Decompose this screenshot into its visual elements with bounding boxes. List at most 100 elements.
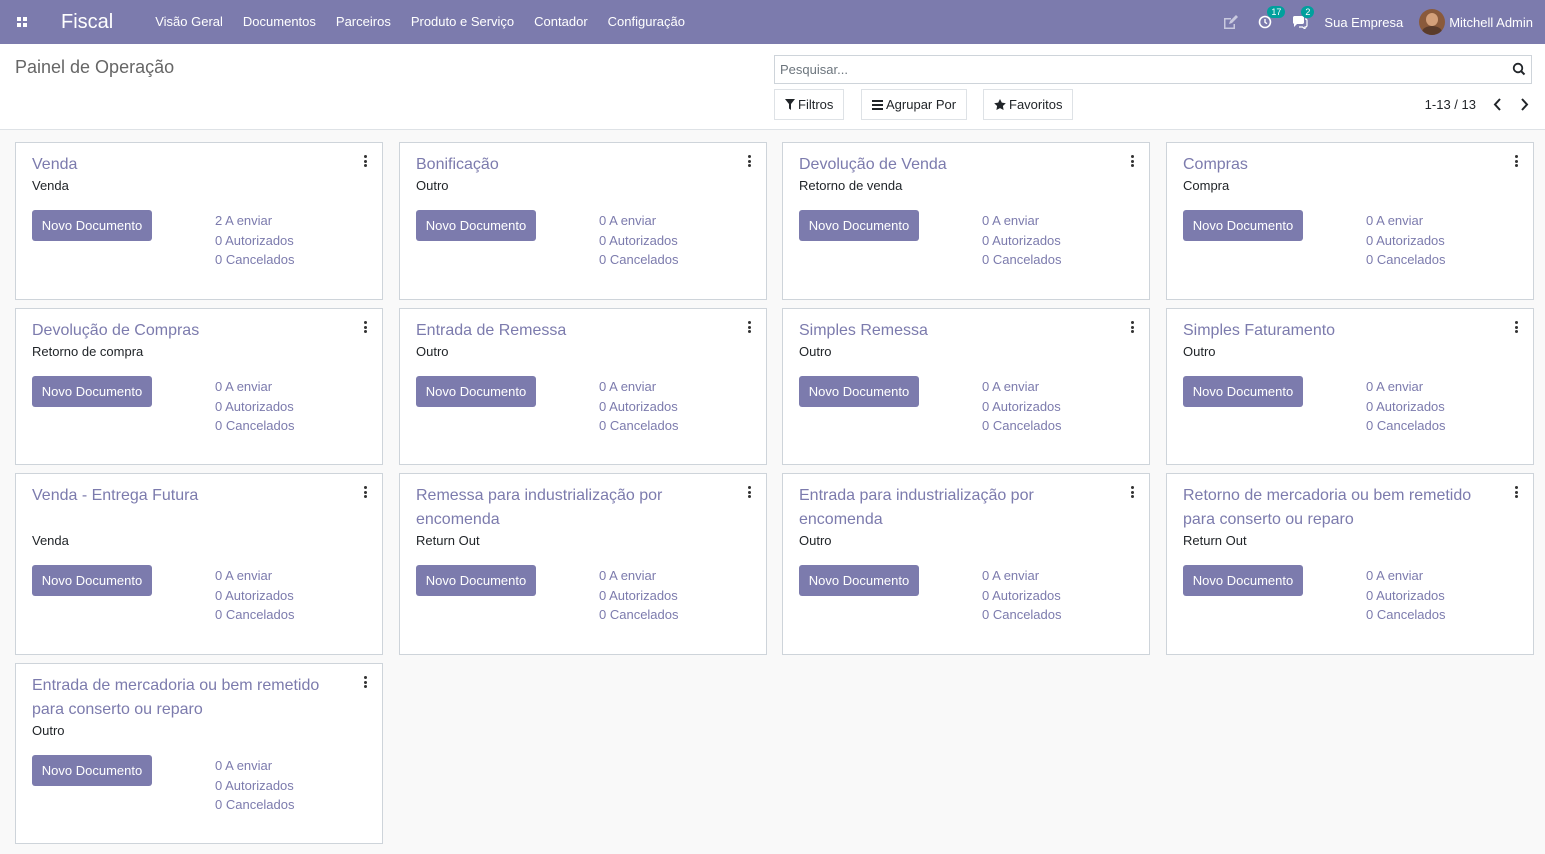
card-title[interactable]: Venda [32, 153, 347, 177]
stat-cancelled-link[interactable]: 0 Cancelados [1366, 605, 1446, 625]
apps-menu-icon[interactable] [0, 0, 44, 44]
menu-configuracao[interactable]: Configuração [598, 0, 695, 44]
card-title[interactable]: Compras [1183, 153, 1498, 177]
favorites-button[interactable]: Favoritos [983, 89, 1074, 120]
menu-visao-geral[interactable]: Visão Geral [145, 0, 233, 44]
stat-to-send-link[interactable]: 0 A enviar [1366, 377, 1446, 397]
dropdown-dots-icon[interactable] [362, 676, 368, 688]
dropdown-dots-icon[interactable] [362, 486, 368, 498]
edit-icon[interactable] [1223, 15, 1239, 29]
stat-to-send-link[interactable]: 0 A enviar [982, 211, 1062, 231]
stat-to-send-link[interactable]: 0 A enviar [215, 756, 295, 776]
dropdown-dots-icon[interactable] [1129, 321, 1135, 333]
stat-cancelled-link[interactable]: 0 Cancelados [982, 416, 1062, 436]
stat-authorized-link[interactable]: 0 Autorizados [599, 231, 679, 251]
dropdown-dots-icon[interactable] [362, 155, 368, 167]
stat-to-send-link[interactable]: 0 A enviar [599, 566, 679, 586]
stat-authorized-link[interactable]: 0 Autorizados [599, 586, 679, 606]
card-title[interactable]: Entrada de mercadoria ou bem remetido pa… [32, 674, 347, 722]
stat-authorized-link[interactable]: 0 Autorizados [215, 397, 295, 417]
stat-authorized-link[interactable]: 0 Autorizados [982, 231, 1062, 251]
dropdown-dots-icon[interactable] [1513, 155, 1519, 167]
new-document-button[interactable]: Novo Documento [416, 376, 536, 407]
stat-to-send-link[interactable]: 0 A enviar [982, 566, 1062, 586]
card-title[interactable]: Simples Remessa [799, 319, 1114, 343]
dropdown-dots-icon[interactable] [362, 321, 368, 333]
new-document-button[interactable]: Novo Documento [32, 376, 152, 407]
stat-cancelled-link[interactable]: 0 Cancelados [599, 605, 679, 625]
stat-to-send-link[interactable]: 0 A enviar [982, 377, 1062, 397]
activity-clock-icon[interactable]: 17 [1258, 6, 1286, 29]
stat-cancelled-link[interactable]: 0 Cancelados [215, 795, 295, 815]
dropdown-dots-icon[interactable] [746, 486, 752, 498]
operation-card: Simples Faturamento Outro Novo Documento 0 … [1166, 308, 1534, 465]
stat-authorized-link[interactable]: 0 Autorizados [215, 776, 295, 796]
stat-authorized-link[interactable]: 0 Autorizados [982, 586, 1062, 606]
menu-contador[interactable]: Contador [524, 0, 597, 44]
stat-authorized-link[interactable]: 0 Autorizados [1366, 397, 1446, 417]
new-document-button[interactable]: Novo Documento [799, 376, 919, 407]
stat-to-send-link[interactable]: 0 A enviar [215, 566, 295, 586]
messages-icon[interactable]: 2 [1292, 6, 1315, 29]
menu-parceiros[interactable]: Parceiros [326, 0, 401, 44]
new-document-button[interactable]: Novo Documento [1183, 565, 1303, 596]
stat-cancelled-link[interactable]: 0 Cancelados [599, 250, 679, 270]
dropdown-dots-icon[interactable] [1129, 486, 1135, 498]
dropdown-dots-icon[interactable] [746, 321, 752, 333]
dropdown-dots-icon[interactable] [1513, 321, 1519, 333]
stat-authorized-link[interactable]: 0 Autorizados [215, 231, 295, 251]
card-title[interactable]: Retorno de mercadoria ou bem remetido pa… [1183, 484, 1498, 532]
new-document-button[interactable]: Novo Documento [416, 565, 536, 596]
new-document-button[interactable]: Novo Documento [1183, 376, 1303, 407]
search-icon[interactable] [1512, 62, 1526, 79]
dropdown-dots-icon[interactable] [1129, 155, 1135, 167]
company-switcher[interactable]: Sua Empresa [1324, 15, 1403, 30]
stat-cancelled-link[interactable]: 0 Cancelados [982, 605, 1062, 625]
card-title[interactable]: Entrada de Remessa [416, 319, 731, 343]
card-title[interactable]: Devolução de Compras [32, 319, 347, 343]
new-document-button[interactable]: Novo Documento [32, 210, 152, 241]
stat-authorized-link[interactable]: 0 Autorizados [1366, 231, 1446, 251]
stat-authorized-link[interactable]: 0 Autorizados [599, 397, 679, 417]
new-document-button[interactable]: Novo Documento [799, 565, 919, 596]
stat-cancelled-link[interactable]: 0 Cancelados [599, 416, 679, 436]
dropdown-dots-icon[interactable] [1513, 486, 1519, 498]
new-document-button[interactable]: Novo Documento [1183, 210, 1303, 241]
card-title[interactable]: Simples Faturamento [1183, 319, 1498, 343]
stat-cancelled-link[interactable]: 0 Cancelados [215, 416, 295, 436]
card-title[interactable]: Devolução de Venda [799, 153, 1114, 177]
stat-cancelled-link[interactable]: 0 Cancelados [1366, 416, 1446, 436]
menu-produto-servico[interactable]: Produto e Serviço [401, 0, 524, 44]
stat-to-send-link[interactable]: 0 A enviar [215, 377, 295, 397]
group-by-button[interactable]: Agrupar Por [861, 89, 968, 120]
menu-documentos[interactable]: Documentos [233, 0, 326, 44]
stat-cancelled-link[interactable]: 0 Cancelados [215, 250, 295, 270]
stat-authorized-link[interactable]: 0 Autorizados [215, 586, 295, 606]
stat-to-send-link[interactable]: 0 A enviar [1366, 566, 1446, 586]
card-title[interactable]: Entrada para industrialização por encome… [799, 484, 1114, 532]
app-brand[interactable]: Fiscal [61, 11, 113, 34]
dropdown-dots-icon[interactable] [746, 155, 752, 167]
card-title[interactable]: Bonificação [416, 153, 731, 177]
stat-to-send-link[interactable]: 0 A enviar [599, 211, 679, 231]
chevron-right-icon[interactable] [1517, 96, 1531, 112]
stat-authorized-link[interactable]: 0 Autorizados [1366, 586, 1446, 606]
pager-value[interactable]: 1-13 / 13 [1425, 97, 1476, 112]
stat-to-send-link[interactable]: 0 A enviar [1366, 211, 1446, 231]
new-document-button[interactable]: Novo Documento [32, 565, 152, 596]
filters-button[interactable]: Filtros [774, 89, 845, 120]
new-document-button[interactable]: Novo Documento [32, 755, 152, 786]
stat-to-send-link[interactable]: 2 A enviar [215, 211, 295, 231]
card-title[interactable]: Venda - Entrega Futura [32, 484, 347, 508]
user-menu[interactable]: Mitchell Admin [1419, 9, 1533, 35]
stat-cancelled-link[interactable]: 0 Cancelados [1366, 250, 1446, 270]
stat-to-send-link[interactable]: 0 A enviar [599, 377, 679, 397]
new-document-button[interactable]: Novo Documento [416, 210, 536, 241]
chevron-left-icon[interactable] [1490, 96, 1504, 112]
card-title[interactable]: Remessa para industrialização por encome… [416, 484, 731, 532]
stat-cancelled-link[interactable]: 0 Cancelados [982, 250, 1062, 270]
stat-authorized-link[interactable]: 0 Autorizados [982, 397, 1062, 417]
search-input[interactable] [775, 56, 1531, 83]
stat-cancelled-link[interactable]: 0 Cancelados [215, 605, 295, 625]
new-document-button[interactable]: Novo Documento [799, 210, 919, 241]
